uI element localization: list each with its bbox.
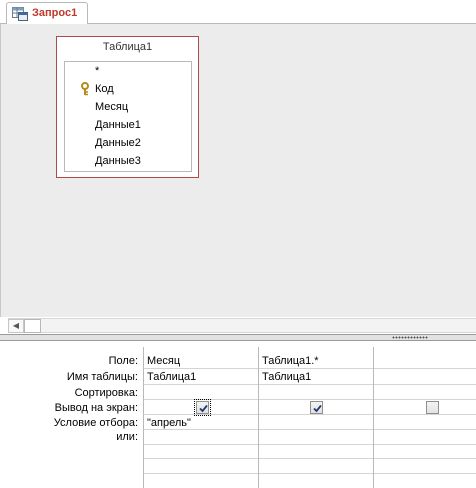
scroll-thumb[interactable] <box>24 319 41 333</box>
grid-row-line <box>143 414 476 415</box>
query-tables-pane: Таблица1 * Код Месяц Данные1 Данные2 Дан… <box>0 24 476 317</box>
query-design-icon <box>12 7 28 21</box>
tab-query1[interactable]: Запрос1 <box>6 2 88 25</box>
row-labels: Поле: Имя таблицы: Сортировка: Вывод на … <box>0 341 143 488</box>
row-label-or: или: <box>116 431 138 443</box>
grid-row-line <box>143 368 476 369</box>
grid-column-divider[interactable] <box>258 347 259 488</box>
grid-column-divider[interactable] <box>373 347 374 488</box>
field-item-mesyats[interactable]: Месяц <box>95 98 128 116</box>
grid-cell-criteria-col1[interactable]: "апрель" <box>144 416 191 430</box>
row-label-table: Имя таблицы: <box>66 371 138 383</box>
row-label-show: Вывод на экран: <box>54 402 138 414</box>
grid-cell-table-col1[interactable]: Таблица1 <box>144 370 196 384</box>
table-field-list-window[interactable]: Таблица1 * Код Месяц Данные1 Данные2 Дан… <box>56 36 199 178</box>
show-checkbox-col3[interactable] <box>426 401 439 414</box>
field-item-dannye2[interactable]: Данные2 <box>95 134 141 152</box>
grid-cell-field-col2[interactable]: Таблица1.* <box>259 354 319 368</box>
field-item-dannye3[interactable]: Данные3 <box>95 152 141 170</box>
grid-row-line <box>143 384 476 385</box>
show-checkbox-col1[interactable] <box>194 399 211 416</box>
scroll-left-arrow-icon[interactable]: ◀ <box>8 319 24 333</box>
grid-row-line <box>143 473 476 474</box>
splitter-grip-icon[interactable] <box>392 336 428 339</box>
field-item-all[interactable]: * <box>95 62 99 80</box>
row-label-sort: Сортировка: <box>74 387 138 399</box>
grid-row-line <box>143 429 476 430</box>
document-tab-strip: Запрос1 <box>0 0 476 25</box>
grid-row-line <box>143 444 476 445</box>
upper-pane-horizontal-scrollbar[interactable]: ◀ <box>8 318 476 333</box>
table-title[interactable]: Таблица1 <box>57 41 198 53</box>
field-item-kod[interactable]: Код <box>95 80 114 98</box>
row-label-criteria: Условие отбора: <box>53 417 138 429</box>
row-label-field: Поле: <box>108 355 138 367</box>
grid-cell-table-col2[interactable]: Таблица1 <box>259 370 311 384</box>
show-checkbox-col2[interactable] <box>310 401 323 414</box>
tab-label: Запрос1 <box>32 7 78 19</box>
query-design-grid: Поле: Имя таблицы: Сортировка: Вывод на … <box>0 341 476 488</box>
grid-cell-field-col1[interactable]: Месяц <box>144 354 180 368</box>
primary-key-icon <box>81 82 91 96</box>
field-list: * Код Месяц Данные1 Данные2 Данные3 <box>64 61 192 172</box>
grid-row-line <box>143 399 476 400</box>
grid-row-line <box>143 458 476 459</box>
pane-splitter[interactable] <box>0 334 476 341</box>
field-item-dannye1[interactable]: Данные1 <box>95 116 141 134</box>
